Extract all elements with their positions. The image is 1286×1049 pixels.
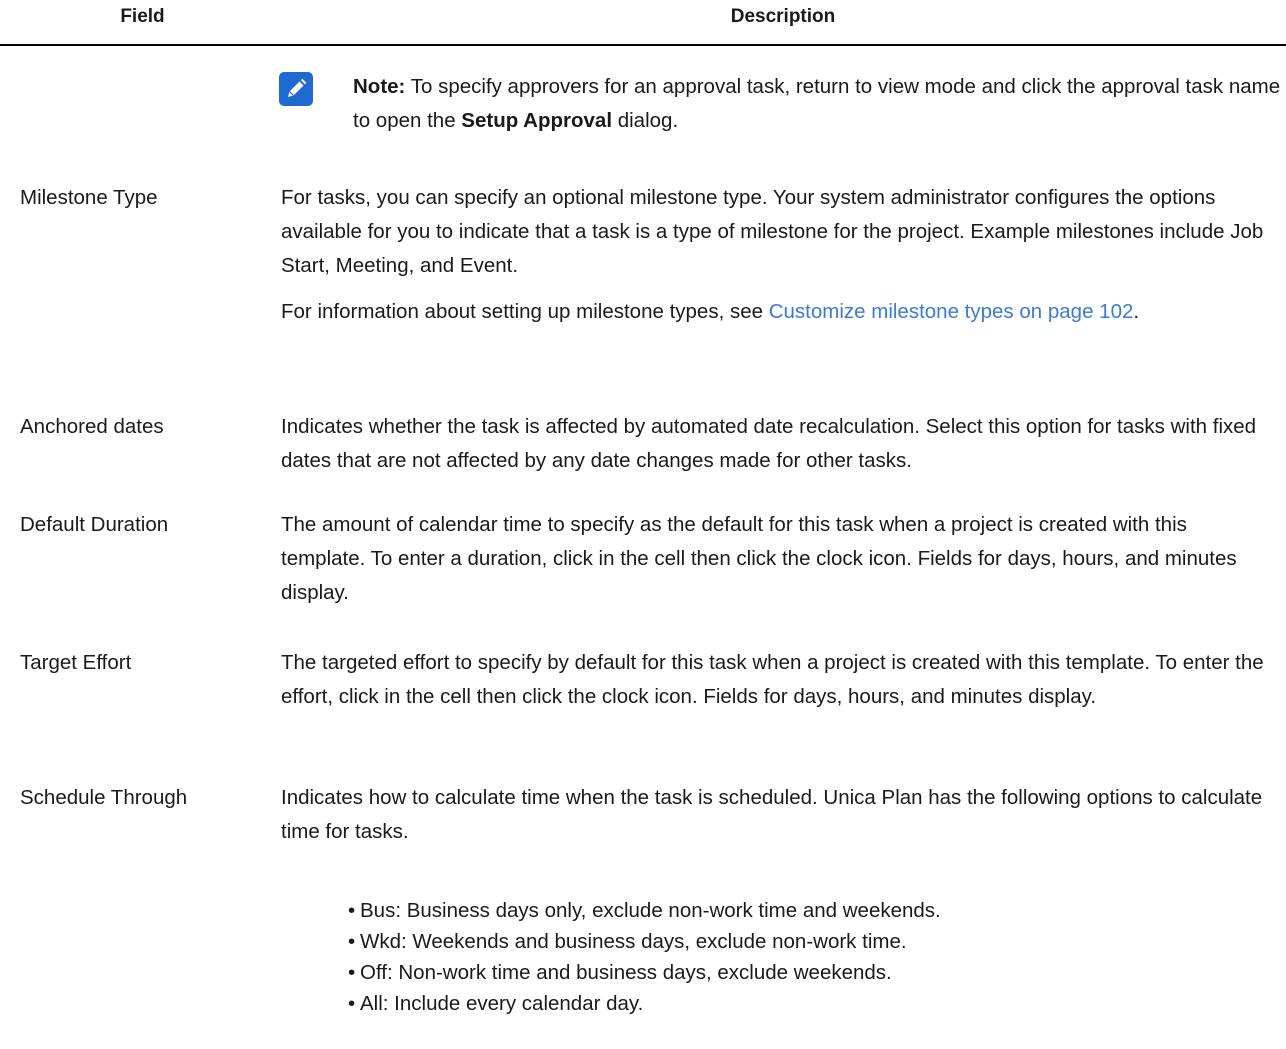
list-item: All: Include every calendar day. bbox=[348, 988, 1248, 1019]
setup-approval-term: Setup Approval bbox=[461, 109, 613, 132]
note-label: Note: bbox=[353, 75, 406, 98]
extra-text-before: For information about setting up milesto… bbox=[281, 300, 769, 323]
list-item: Off: Non-work time and business days, ex… bbox=[348, 957, 1248, 988]
description-extra: For information about setting up milesto… bbox=[281, 295, 1276, 329]
table-header: Field Description bbox=[0, 0, 1286, 46]
field-description: For tasks, you can specify an optional m… bbox=[281, 181, 1276, 329]
note-text: Note: To specify approvers for an approv… bbox=[353, 70, 1283, 138]
list-item: Bus: Business days only, exclude non-wor… bbox=[348, 895, 1248, 926]
pencil-note-icon bbox=[279, 72, 313, 106]
field-description: Indicates how to calculate time when the… bbox=[281, 786, 1263, 843]
field-name: Anchored dates bbox=[20, 415, 164, 438]
field-name: Milestone Type bbox=[20, 186, 158, 209]
field-name: Default Duration bbox=[20, 513, 169, 536]
header-description: Description bbox=[730, 6, 836, 27]
field-description-table: Field Description Note: To specify appro… bbox=[0, 0, 1286, 1019]
extra-text-after: . bbox=[1133, 300, 1140, 323]
list-item: Wkd: Weekends and business days, exclude… bbox=[348, 926, 1248, 957]
field-name: Target Effort bbox=[20, 651, 132, 674]
field-name: Schedule Through bbox=[20, 786, 188, 809]
description-text: For tasks, you can specify an optional m… bbox=[281, 186, 1264, 277]
field-description: Indicates whether the task is affected b… bbox=[281, 415, 1257, 472]
customize-milestone-types-link[interactable]: Customize milestone types on page 102 bbox=[769, 300, 1134, 323]
note-text-after: dialog. bbox=[612, 109, 679, 132]
header-field: Field bbox=[120, 6, 165, 27]
field-description: The targeted effort to specify by defaul… bbox=[281, 651, 1264, 708]
schedule-options-list: Bus: Business days only, exclude non-wor… bbox=[348, 895, 1248, 1019]
field-description: The amount of calendar time to specify a… bbox=[281, 513, 1237, 604]
